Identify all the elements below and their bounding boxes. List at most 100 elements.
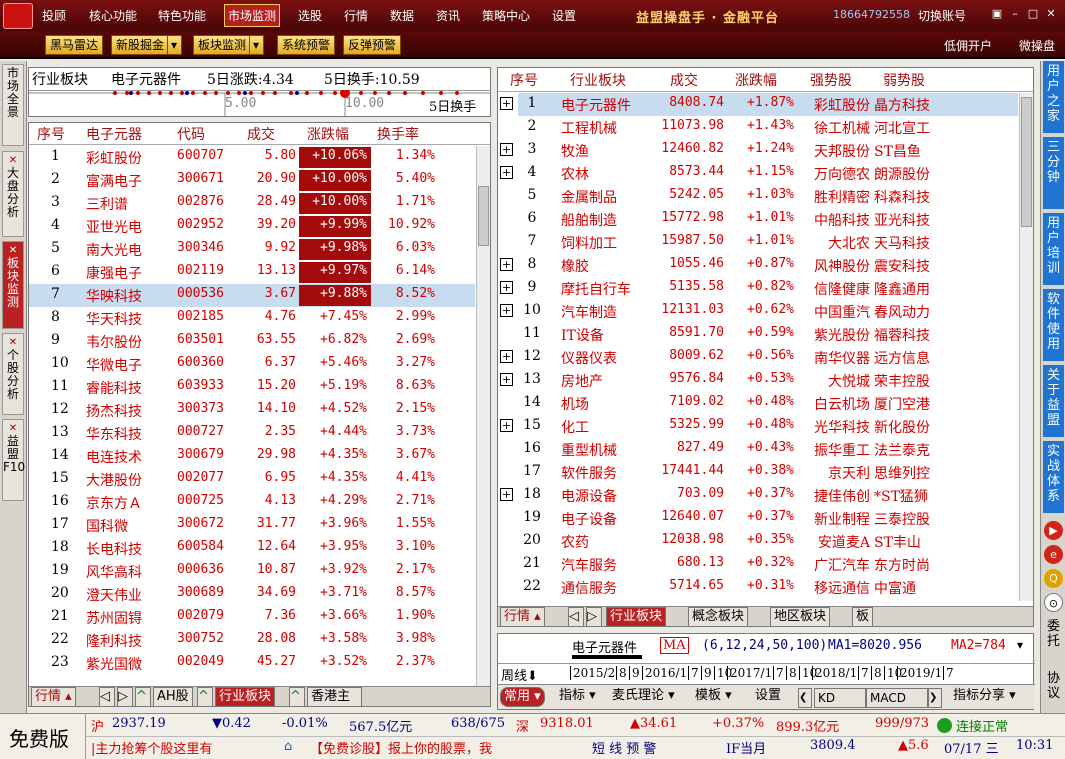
ma-dropdown-icon[interactable]: ▾ — [1017, 638, 1023, 652]
expand-icon[interactable]: + — [500, 304, 513, 317]
table-row[interactable]: 7 饲料加工 15987.50 +1.01% 大北农 天马科技 — [498, 231, 1018, 254]
black-horse-radar-button[interactable]: 黑马雷达 — [45, 35, 104, 55]
table-row[interactable]: +13 房地产 9576.84 +0.53% 大悦城 荣丰控股 — [498, 369, 1018, 392]
tab-region-sector[interactable]: 地区板块 — [770, 607, 831, 627]
table-row[interactable]: 5 南大光电 300346 9.92 +9.98% 6.03% — [29, 238, 475, 261]
table-row[interactable]: +8 橡胶 1055.46 +0.87% 风神股份 震安科技 — [498, 254, 1018, 277]
table-row[interactable]: 10 华微电子 600360 6.37 +5.46% 3.27% — [29, 353, 475, 376]
table-row[interactable]: 11 IT设备 8591.70 +0.59% 紫光股份 福蓉科技 — [498, 323, 1018, 346]
table-row[interactable]: 12 扬杰科技 300373 14.10 +4.52% 2.15% — [29, 399, 475, 422]
col-header-price[interactable]: 成交 — [247, 124, 275, 144]
table-row[interactable]: 13 华东科技 000727 2.35 +4.44% 3.73% — [29, 422, 475, 445]
switch-account-link[interactable]: 切换账号 — [918, 7, 966, 24]
up-icon[interactable]: ^ — [289, 687, 305, 707]
low-commission-link[interactable]: 低佣开户 — [944, 37, 992, 54]
tab-market-analysis[interactable]: ✕ 大盘分析 — [2, 151, 24, 237]
table-row[interactable]: 9 韦尔股份 603501 63.55 +6.82% 2.69% — [29, 330, 475, 353]
col-header-volume[interactable]: 成交 — [670, 70, 698, 90]
maximize-icon[interactable]: □ — [1026, 7, 1040, 21]
expand-icon[interactable]: + — [500, 258, 513, 271]
table-row[interactable]: 14 电连技术 300679 29.98 +4.35% 3.67% — [29, 445, 475, 468]
expand-icon[interactable]: + — [500, 419, 513, 432]
col-header-change[interactable]: 涨跌幅 — [735, 70, 777, 90]
col-header-sector[interactable]: 行业板块 — [570, 70, 626, 90]
arrow-right-icon[interactable]: ▷ — [586, 607, 602, 627]
col-header-turnover[interactable]: 换手率 — [377, 124, 419, 144]
tab-industry-sector[interactable]: 行业板块 — [606, 607, 667, 627]
table-row[interactable]: +1 电子元器件 8408.74 +1.87% 彩虹股份 晶方科技 — [498, 93, 1018, 116]
sector-monitor-button[interactable]: 板块监测 ▾ — [193, 35, 265, 55]
qq-icon[interactable]: Q — [1044, 569, 1063, 588]
table-row[interactable]: 6 康强电子 002119 13.13 +9.97% 6.14% — [29, 261, 475, 284]
table-row[interactable]: 22 隆利科技 300752 28.08 +3.58% 3.98% — [29, 629, 475, 652]
tab-f10[interactable]: ✕ 益盟F10 — [2, 419, 25, 501]
table-row[interactable]: 22 通信服务 5714.65 +0.31% 移远通信 中富通 — [498, 576, 1018, 599]
tab-quotes[interactable]: 行情 ▴ — [31, 687, 76, 707]
prev-icon[interactable]: ❮ — [798, 688, 812, 708]
tab-ah-shares[interactable]: AH股 — [153, 687, 193, 707]
table-row[interactable]: +12 仪器仪表 8009.62 +0.56% 南华仪器 远方信息 — [498, 346, 1018, 369]
table-row[interactable]: 16 重型机械 827.49 +0.43% 振华重工 法兰泰克 — [498, 438, 1018, 461]
tab-software-usage[interactable]: 软件使用 — [1043, 289, 1064, 361]
up-icon[interactable]: ^ — [197, 687, 213, 707]
chat-icon[interactable]: e — [1044, 545, 1063, 564]
tab-market-overview[interactable]: 市场全景 — [2, 64, 24, 146]
table-row[interactable]: 19 风华高科 000636 10.87 +3.92% 2.17% — [29, 560, 475, 583]
col-header-strong[interactable]: 强势股 — [810, 70, 852, 90]
menu-item-stock-select[interactable]: 选股 — [298, 7, 322, 24]
table-row[interactable]: 15 大港股份 002077 6.95 +4.35% 4.41% — [29, 468, 475, 491]
col-header-name[interactable]: 电子元器 — [86, 124, 142, 144]
menu-item-strategy[interactable]: 策略中心 — [482, 7, 530, 24]
table-row[interactable]: 21 汽车服务 680.13 +0.32% 广汇汽车 东方时尚 — [498, 553, 1018, 576]
menu-item-data[interactable]: 数据 — [390, 7, 414, 24]
macd-tab[interactable]: MACD — [866, 688, 928, 708]
table-row[interactable]: 23 紫光国微 002049 45.27 +3.52% 2.37% — [29, 652, 475, 675]
table-row[interactable]: 5 金属制品 5242.05 +1.03% 胜利精密 科森科技 — [498, 185, 1018, 208]
kd-tab[interactable]: KD — [814, 688, 866, 708]
indicator-button[interactable]: 指标 ▾ — [556, 687, 599, 707]
free-version-badge[interactable]: 免费版 — [0, 714, 86, 759]
table-row[interactable]: 4 亚世光电 002952 39.20 +9.99% 10.92% — [29, 215, 475, 238]
table-row[interactable]: 21 苏州固锝 002079 7.36 +3.66% 1.90% — [29, 606, 475, 629]
expand-icon[interactable]: + — [500, 350, 513, 363]
scrollbar-thumb[interactable] — [478, 186, 489, 246]
table-row[interactable]: 20 农药 12038.98 +0.35% 安道麦A ST丰山 — [498, 530, 1018, 553]
tab-sector-monitor[interactable]: ✕ 板块监测 — [2, 241, 24, 329]
settings-button[interactable]: 设置 — [752, 687, 784, 707]
table-row[interactable]: +15 化工 5325.99 +0.48% 光华科技 新化股份 — [498, 415, 1018, 438]
col-header-index[interactable]: 序号 — [510, 70, 538, 90]
scrollbar-thumb[interactable] — [1021, 97, 1032, 227]
tab-practice-system[interactable]: 实战体系 — [1043, 441, 1064, 513]
menu-item-core[interactable]: 核心功能 — [89, 7, 137, 24]
table-row[interactable]: 17 国科微 300672 31.77 +3.96% 1.55% — [29, 514, 475, 537]
template-button[interactable]: 模板 ▾ — [692, 687, 735, 707]
expand-icon[interactable]: + — [500, 166, 513, 179]
table-row[interactable]: 3 三利谱 002876 28.49 +10.00% 1.71% — [29, 192, 475, 215]
menu-item-settings[interactable]: 设置 — [552, 7, 576, 24]
tab-stock-analysis[interactable]: ✕ 个股分析 — [2, 333, 24, 415]
menu-item-feature[interactable]: 特色功能 — [158, 7, 206, 24]
short-line-alert[interactable]: 短 线 预 警 — [592, 738, 656, 757]
chevron-down-icon[interactable]: ▾ — [167, 36, 177, 54]
next-icon[interactable]: ❯ — [928, 688, 942, 708]
chevron-down-icon[interactable]: ▾ — [249, 36, 259, 54]
table-row[interactable]: +18 电源设备 703.09 +0.37% 捷佳伟创 *ST猛狮 — [498, 484, 1018, 507]
tab-about[interactable]: 关于益盟 — [1043, 365, 1064, 437]
col-header-index[interactable]: 序号 — [37, 124, 65, 144]
menu-item-tougu[interactable]: 投顾 — [42, 7, 66, 24]
table-row[interactable]: 20 澄天伟业 300689 34.69 +3.71% 8.57% — [29, 583, 475, 606]
col-header-weak[interactable]: 弱势股 — [883, 70, 925, 90]
expand-icon[interactable]: + — [500, 143, 513, 156]
table-row[interactable]: 8 华天科技 002185 4.76 +7.45% 2.99% — [29, 307, 475, 330]
period-selector[interactable]: 周线⬇ — [501, 665, 538, 684]
ma-selector[interactable]: MA — [660, 637, 689, 654]
tab-quotes[interactable]: 行情 ▴ — [500, 607, 545, 627]
common-button[interactable]: 常用 ▾ — [500, 687, 545, 707]
arrow-left-icon[interactable]: ◁ — [99, 687, 115, 707]
expand-icon[interactable]: + — [500, 488, 513, 501]
rebound-alert-button[interactable]: 反弹预警 — [343, 35, 402, 55]
tab-user-training[interactable]: 用户培训 — [1043, 213, 1064, 285]
tab-three-minutes[interactable]: 三分钟 — [1043, 137, 1064, 209]
table-row[interactable]: 14 机场 7109.02 +0.48% 白云机场 厦门空港 — [498, 392, 1018, 415]
indicator-share-button[interactable]: 指标分享 ▾ — [950, 687, 1019, 707]
